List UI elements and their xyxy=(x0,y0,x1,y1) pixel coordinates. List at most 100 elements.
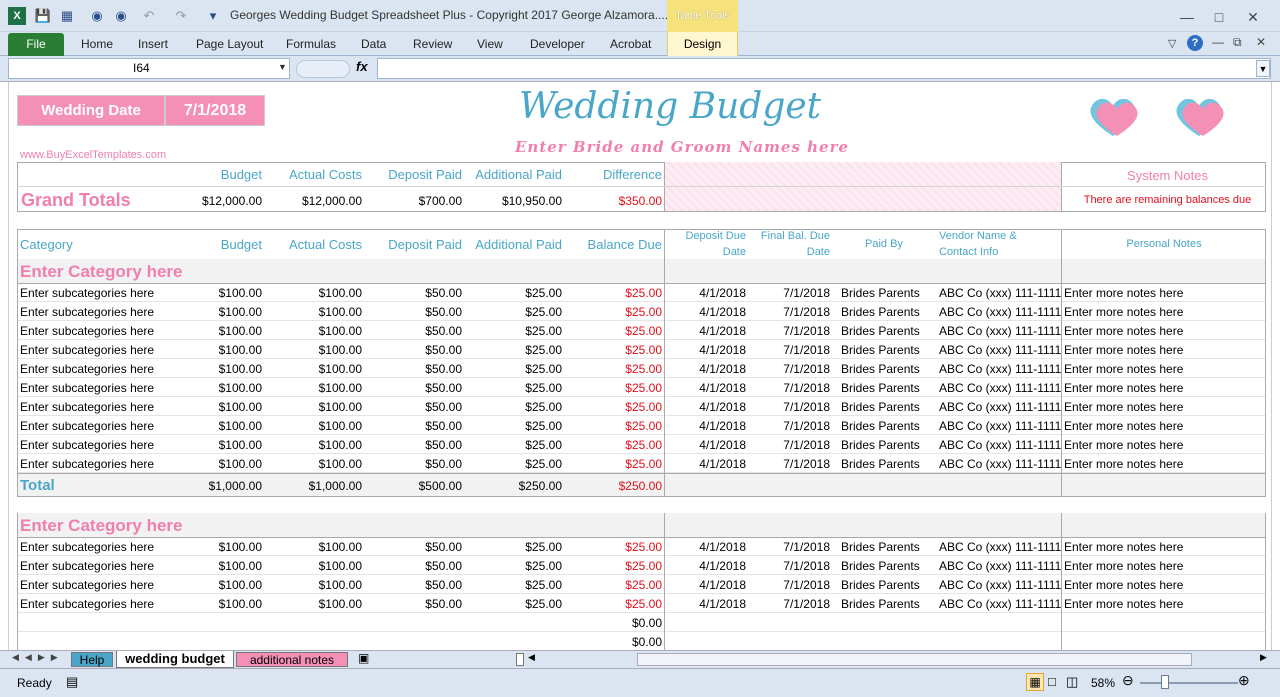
zoom-level[interactable]: 58% xyxy=(1091,676,1115,690)
workbook-close-icon[interactable]: ✕ xyxy=(1256,35,1266,49)
cell-deposit[interactable]: $50.00 xyxy=(362,286,462,300)
cell-deposit[interactable]: $50.00 xyxy=(362,457,462,471)
cell-deposit-due[interactable]: 4/1/2018 xyxy=(665,559,746,573)
cell-balance[interactable]: $25.00 xyxy=(562,381,662,395)
zoom-out-icon[interactable]: ⊖ xyxy=(1122,672,1134,689)
total-value[interactable]: $500.00 xyxy=(362,479,462,493)
cell-final-due[interactable]: 7/1/2018 xyxy=(746,540,830,554)
formula-input[interactable] xyxy=(377,58,1271,79)
cell-budget[interactable]: $100.00 xyxy=(181,559,262,573)
cell-final-due[interactable]: 7/1/2018 xyxy=(746,419,830,433)
cell-vendor[interactable]: ABC Co (xxx) 111-1111 xyxy=(939,305,1079,319)
cell-deposit-due[interactable]: 4/1/2018 xyxy=(665,438,746,452)
cell-notes[interactable]: Enter more notes here xyxy=(1064,400,1264,414)
tab-acrobat[interactable]: Acrobat xyxy=(610,37,651,51)
cell-actual[interactable]: $100.00 xyxy=(262,457,362,471)
redo-icon[interactable]: ↷ xyxy=(172,7,190,25)
cell-deposit-due[interactable]: 4/1/2018 xyxy=(665,324,746,338)
cell-notes[interactable]: Enter more notes here xyxy=(1064,362,1264,376)
cell-paid-by[interactable]: Brides Parents xyxy=(841,540,937,554)
table-row[interactable]: Enter subcategories here $100.00 $100.00 $5… xyxy=(17,359,1266,378)
cell-vendor[interactable]: ABC Co (xxx) 111-1111 xyxy=(939,324,1079,338)
tab-file[interactable]: File xyxy=(8,33,64,56)
cell-actual[interactable]: $100.00 xyxy=(262,419,362,433)
cell-vendor[interactable]: ABC Co (xxx) 111-1111 xyxy=(939,343,1079,357)
cell-budget[interactable]: $100.00 xyxy=(181,457,262,471)
cell-final-due[interactable]: 7/1/2018 xyxy=(746,324,830,338)
cell-deposit-due[interactable]: 4/1/2018 xyxy=(665,419,746,433)
cell-notes[interactable]: Enter more notes here xyxy=(1064,578,1264,592)
cell-vendor[interactable]: ABC Co (xxx) 111-1111 xyxy=(939,381,1079,395)
cell-name[interactable]: Enter subcategories here xyxy=(20,362,180,376)
cell-budget[interactable]: $100.00 xyxy=(181,286,262,300)
formula-bar-resize-handle[interactable] xyxy=(296,60,350,78)
cell-deposit[interactable]: $50.00 xyxy=(362,381,462,395)
macro-record-icon[interactable]: ▤ xyxy=(66,674,78,690)
cell-additional[interactable]: $25.00 xyxy=(462,559,562,573)
table-row[interactable]: Enter subcategories here $100.00 $100.00 $5… xyxy=(17,283,1266,302)
cell-paid-by[interactable]: Brides Parents xyxy=(841,457,937,471)
cell-notes[interactable]: Enter more notes here xyxy=(1064,540,1264,554)
cell-vendor[interactable]: ABC Co (xxx) 111-1111 xyxy=(939,438,1079,452)
expand-formula-bar-icon[interactable]: ▼ xyxy=(1256,60,1270,77)
scroll-right-icon[interactable]: ▶ xyxy=(1260,652,1267,663)
cell-vendor[interactable]: ABC Co (xxx) 111-1111 xyxy=(939,457,1079,471)
total-value[interactable]: $1,000.00 xyxy=(181,479,262,493)
cell-paid-by[interactable]: Brides Parents xyxy=(841,286,937,300)
insert-sheet-icon[interactable]: ▣ xyxy=(358,651,369,665)
cell-balance[interactable]: $25.00 xyxy=(562,419,662,433)
cell-budget[interactable]: $100.00 xyxy=(181,540,262,554)
cell-final-due[interactable]: 7/1/2018 xyxy=(746,381,830,395)
cell-name[interactable]: Enter subcategories here xyxy=(20,286,180,300)
tab-insert[interactable]: Insert xyxy=(138,37,168,51)
cell-name[interactable]: Enter subcategories here xyxy=(20,324,180,338)
cell-additional[interactable]: $25.00 xyxy=(462,457,562,471)
cell-notes[interactable]: Enter more notes here xyxy=(1064,438,1264,452)
cell-vendor[interactable]: ABC Co (xxx) 111-1111 xyxy=(939,419,1079,433)
cell-notes[interactable]: Enter more notes here xyxy=(1064,305,1264,319)
cell-budget[interactable]: $100.00 xyxy=(181,324,262,338)
cell-name[interactable]: Enter subcategories here xyxy=(20,381,180,395)
table-row[interactable]: $0.00 xyxy=(17,613,1266,632)
cell-deposit[interactable]: $50.00 xyxy=(362,559,462,573)
table-row[interactable]: Enter subcategories here $100.00 $100.00 $5… xyxy=(17,321,1266,340)
cell-actual[interactable]: $100.00 xyxy=(262,400,362,414)
website-link[interactable]: www.BuyExcelTemplates.com xyxy=(20,149,166,161)
cell-deposit-due[interactable]: 4/1/2018 xyxy=(665,362,746,376)
cell-paid-by[interactable]: Brides Parents xyxy=(841,438,937,452)
zoom-in-icon[interactable]: ⊕ xyxy=(1238,672,1250,689)
cell-additional[interactable]: $25.00 xyxy=(462,286,562,300)
tab-data[interactable]: Data xyxy=(361,37,386,51)
cell-vendor[interactable]: ABC Co (xxx) 111-1111 xyxy=(939,400,1079,414)
cell-budget[interactable]: $100.00 xyxy=(181,362,262,376)
cell-name[interactable]: Enter subcategories here xyxy=(20,559,180,573)
tab-view[interactable]: View xyxy=(477,37,503,51)
undo-icon[interactable]: ↶ xyxy=(140,7,158,25)
cell-final-due[interactable]: 7/1/2018 xyxy=(746,597,830,611)
table-row[interactable]: Enter subcategories here $100.00 $100.00 $5… xyxy=(17,537,1266,556)
cell-additional[interactable]: $25.00 xyxy=(462,438,562,452)
cell-actual[interactable]: $100.00 xyxy=(262,362,362,376)
cell-name[interactable]: Enter subcategories here xyxy=(20,597,180,611)
cell-paid-by[interactable]: Brides Parents xyxy=(841,324,937,338)
cell-paid-by[interactable]: Brides Parents xyxy=(841,305,937,319)
table-row[interactable]: Enter subcategories here $100.00 $100.00 $5… xyxy=(17,378,1266,397)
cell-balance[interactable]: $25.00 xyxy=(562,286,662,300)
table-row[interactable]: Enter subcategories here $100.00 $100.00 $5… xyxy=(17,302,1266,321)
cell-budget[interactable]: $100.00 xyxy=(181,419,262,433)
cell-final-due[interactable]: 7/1/2018 xyxy=(746,286,830,300)
cell-deposit-due[interactable]: 4/1/2018 xyxy=(665,400,746,414)
cell-vendor[interactable]: ABC Co (xxx) 111-1111 xyxy=(939,559,1079,573)
table-row[interactable]: Enter subcategories here $100.00 $100.00 $5… xyxy=(17,575,1266,594)
grand-total-difference[interactable]: $350.00 xyxy=(562,194,662,208)
cell-name[interactable]: Enter subcategories here xyxy=(20,305,180,319)
binoculars-icon[interactable]: ◉ xyxy=(88,7,106,25)
close-icon[interactable]: ✕ xyxy=(1238,8,1268,26)
grand-total-additional[interactable]: $10,950.00 xyxy=(462,194,562,208)
table-row[interactable]: Enter subcategories here $100.00 $100.00 $5… xyxy=(17,416,1266,435)
cell-notes[interactable]: Enter more notes here xyxy=(1064,381,1264,395)
calculator-icon[interactable]: ▦ xyxy=(58,7,76,25)
find-replace-icon[interactable]: ◉ xyxy=(112,7,130,25)
worksheet[interactable]: Wedding Date 7/1/2018 Wedding Budget Ent… xyxy=(8,82,1272,650)
tab-scroll-arrows-icon[interactable]: ◀◀▶▶ xyxy=(12,652,64,663)
